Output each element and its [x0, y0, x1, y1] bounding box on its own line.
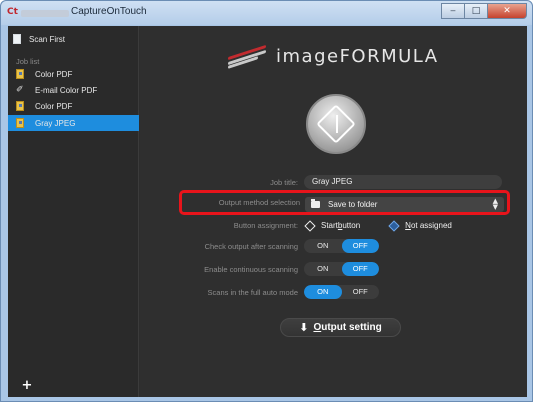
not-assigned-option[interactable]: Not assigned	[388, 219, 452, 232]
start-button-text-prefix: Start	[321, 221, 338, 230]
button-assignment-row: Start b utton Not assigned	[304, 219, 452, 232]
job-item-label: Gray JPEG	[35, 118, 76, 128]
full-auto-on[interactable]: ON	[304, 285, 342, 299]
title-bar[interactable]: Ct CaptureOnTouch ‒ □ ✕	[1, 1, 532, 25]
full-auto-label: Scans in the full auto mode	[207, 288, 298, 297]
check-output-off[interactable]: OFF	[341, 239, 379, 253]
document-icon	[16, 101, 24, 111]
window-controls: ‒ □ ✕	[441, 3, 527, 19]
product-logo: imageFORMULA	[228, 44, 439, 69]
start-scan-button[interactable]	[306, 94, 366, 154]
maximize-button[interactable]: □	[464, 3, 488, 19]
check-output-label: Check output after scanning	[204, 242, 298, 251]
output-method-value: Save to folder	[328, 200, 378, 209]
app-icon: Ct	[7, 7, 18, 17]
job-list-heading: Job list	[16, 57, 40, 66]
title-redacted-block	[21, 10, 69, 17]
job-item-label: Color PDF	[35, 69, 73, 79]
scan-first-label: Scan First	[29, 34, 66, 44]
logo-text: imageFORMULA	[276, 46, 439, 67]
check-output-toggle[interactable]: ON OFF	[304, 239, 379, 253]
job-item-gray-jpeg[interactable]: Gray JPEG	[8, 115, 139, 131]
continuous-scanning-label: Enable continuous scanning	[204, 265, 298, 274]
output-setting-accel: O	[313, 322, 322, 333]
output-method-select[interactable]: Save to folder ▲ ▼	[305, 197, 504, 212]
job-item-label: Color PDF	[35, 101, 73, 111]
output-method-highlight: Output method selection Save to folder ▲…	[179, 190, 510, 215]
app-window: Ct CaptureOnTouch ‒ □ ✕ Scan First Job l…	[0, 0, 533, 402]
close-button[interactable]: ✕	[487, 3, 527, 19]
not-assigned-text: ot assigned	[410, 221, 452, 230]
job-item-color-pdf-2[interactable]: Color PDF	[8, 98, 139, 114]
job-title-label: Job title:	[270, 178, 298, 187]
continuous-scanning-toggle[interactable]: ON OFF	[304, 262, 379, 276]
document-icon	[16, 118, 24, 128]
output-setting-button[interactable]: ⬇ Output setting	[280, 318, 401, 337]
sidebar: Scan First Job list Color PDF ✐ E-mail C…	[8, 26, 139, 397]
start-button-option[interactable]: Start b utton	[304, 219, 361, 232]
button-assignment-label: Button assignment:	[233, 221, 298, 230]
job-item-color-pdf[interactable]: Color PDF	[8, 66, 139, 82]
paperclip-icon: ✐	[16, 85, 24, 95]
continuous-off[interactable]: OFF	[341, 262, 379, 276]
client-area: Scan First Job list Color PDF ✐ E-mail C…	[8, 26, 527, 397]
document-icon	[16, 69, 24, 79]
full-auto-toggle[interactable]: ON OFF	[304, 285, 379, 299]
full-auto-off[interactable]: OFF	[342, 285, 380, 299]
main-panel: imageFORMULA Job title: Gray JPEG Output…	[140, 26, 527, 397]
logo-mark-icon	[228, 44, 266, 69]
scanner-icon	[13, 34, 21, 44]
select-arrows-icon: ▲ ▼	[492, 197, 498, 211]
download-arrow-icon: ⬇	[299, 321, 309, 334]
continuous-on[interactable]: ON	[304, 262, 342, 276]
not-assigned-diamond-icon	[388, 219, 400, 232]
check-output-on[interactable]: ON	[304, 239, 342, 253]
folder-icon	[311, 199, 320, 208]
scan-first-item[interactable]: Scan First	[13, 31, 65, 47]
output-method-label: Output method selection	[218, 198, 300, 207]
minimize-button[interactable]: ‒	[441, 3, 465, 19]
start-button-text-suffix: utton	[342, 221, 361, 230]
job-title-field[interactable]: Gray JPEG	[304, 175, 502, 189]
job-item-email-color-pdf[interactable]: ✐ E-mail Color PDF	[8, 82, 139, 98]
output-setting-label: utput setting	[321, 322, 382, 333]
add-job-button[interactable]: +	[20, 379, 34, 393]
start-diamond-icon	[304, 219, 316, 232]
start-icon-line	[336, 115, 338, 133]
window-title: CaptureOnTouch	[71, 6, 147, 17]
job-item-label: E-mail Color PDF	[35, 85, 98, 95]
